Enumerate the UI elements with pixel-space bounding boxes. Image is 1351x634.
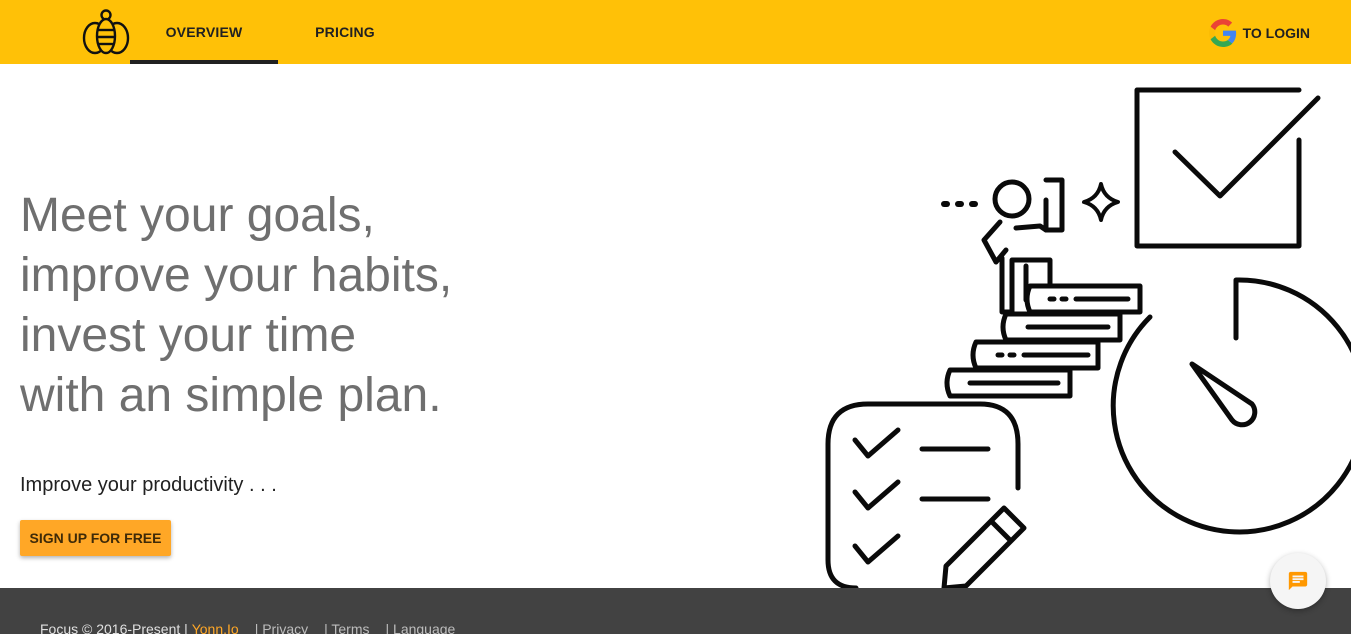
hero-title-line: Meet your goals, bbox=[20, 189, 375, 242]
chat-button[interactable] bbox=[1270, 553, 1326, 609]
hero-title: Meet your goals, improve your habits, in… bbox=[20, 186, 452, 426]
hero-title-line: improve your habits, bbox=[20, 249, 453, 302]
login-label: TO LOGIN bbox=[1242, 25, 1310, 41]
footer-language-link[interactable]: | Language bbox=[386, 621, 456, 634]
tab-pricing[interactable]: PRICING bbox=[271, 0, 419, 64]
sign-up-button[interactable]: SIGN UP FOR FREE bbox=[20, 520, 171, 556]
google-icon bbox=[1208, 19, 1236, 47]
footer-privacy-link[interactable]: | Privacy bbox=[255, 621, 308, 634]
tab-overview-label: OVERVIEW bbox=[165, 24, 243, 40]
login-button[interactable]: TO LOGIN bbox=[1208, 18, 1310, 48]
footer-terms-link[interactable]: | Terms bbox=[324, 621, 369, 634]
top-app-bar: OVERVIEW PRICING TO LOGIN bbox=[0, 0, 1351, 64]
hero-title-line: invest your time bbox=[20, 309, 357, 362]
footer-brand-link[interactable]: Yonn.Io bbox=[192, 621, 239, 634]
footer: Focus © 2016-Present | Yonn.Io | Privacy… bbox=[0, 588, 1351, 634]
productivity-illustration bbox=[825, 87, 1351, 588]
hero-subtitle: Improve your productivity . . . bbox=[20, 474, 277, 496]
hero-title-line: with an simple plan. bbox=[20, 369, 442, 422]
tab-pricing-label: PRICING bbox=[315, 24, 375, 40]
bee-logo-icon[interactable] bbox=[80, 6, 132, 58]
tab-overview[interactable]: OVERVIEW bbox=[130, 0, 278, 64]
footer-links: Focus © 2016-Present | Yonn.Io | Privacy… bbox=[40, 621, 471, 634]
footer-copyright: Focus © 2016-Present | bbox=[40, 621, 188, 634]
chat-icon bbox=[1288, 571, 1308, 591]
